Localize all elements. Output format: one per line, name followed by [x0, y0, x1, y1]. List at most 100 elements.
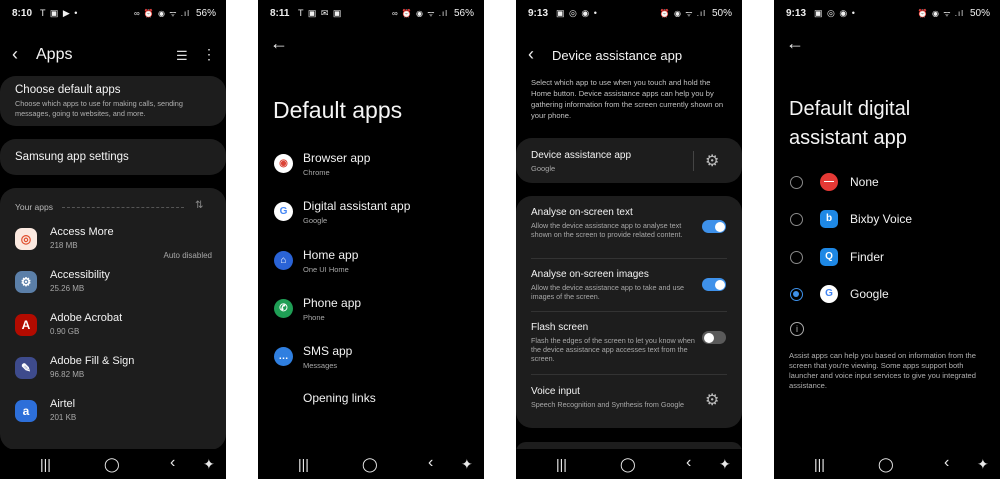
analyse-text-title: Analyse on-screen text [531, 207, 633, 218]
app-name: Adobe Acrobat [50, 312, 123, 324]
analyse-text-toggle[interactable] [702, 220, 726, 233]
sort-icon[interactable]: ⇅ [195, 200, 203, 211]
page-title: Default apps [273, 97, 403, 123]
assistant-option[interactable]: b Bixby Voice [774, 207, 1000, 233]
app-name: Access More [50, 226, 114, 238]
app-size: 0.90 GB [50, 327, 80, 336]
app-size: 25.26 MB [50, 284, 85, 293]
default-app-item[interactable]: ⌂ Home app One UI Home [258, 246, 484, 286]
assistant-app-icon: — [820, 173, 838, 191]
default-app-name: SMS app [303, 344, 353, 359]
assistant-option[interactable]: G Google [774, 282, 1000, 308]
back-chevron-icon[interactable]: ‹ [528, 44, 534, 65]
assistant-option-label: Finder [850, 249, 885, 264]
default-app-item[interactable]: ✆ Phone app Phone [258, 294, 484, 334]
analyse-images-toggle[interactable] [702, 278, 726, 291]
device-assistance-screen: 9:13 ▣ ◎ ◉ • ⏰ ◉ ᯤ .ıl 50% ‹ Device assi… [516, 0, 742, 479]
app-icon: G [274, 202, 293, 222]
recent-apps-icon[interactable]: ||| [814, 456, 825, 472]
home-icon[interactable]: ◯ [362, 456, 378, 473]
default-app-item[interactable]: G Digital assistant app Google [258, 197, 484, 237]
navigation-bar: ||| ◯ ‹ ✦ [516, 449, 742, 479]
samsung-app-settings-item[interactable]: Samsung app settings [0, 139, 226, 175]
default-app-name: Browser app [303, 151, 371, 165]
accessibility-icon[interactable]: ✦ [719, 456, 731, 473]
page-title: Device assistance app [552, 48, 683, 63]
back-arrow-icon[interactable]: ← [786, 33, 804, 54]
divider [531, 258, 727, 259]
assistant-app-icon: G [820, 284, 838, 303]
back-icon[interactable]: ‹ [944, 454, 949, 472]
back-icon[interactable]: ‹ [686, 454, 691, 472]
choose-default-apps-desc: Choose which apps to use for making call… [15, 99, 183, 118]
accessibility-icon[interactable]: ✦ [977, 456, 989, 473]
app-list-item[interactable]: a Airtel 201 KB [0, 392, 226, 432]
digital-assistant-screen: 9:13 ▣ ◎ ◉ • ⏰ ◉ ᯤ .ıl 50% ← Default dig… [774, 0, 1000, 479]
home-icon[interactable]: ◯ [620, 456, 636, 473]
accessibility-icon[interactable]: ✦ [461, 456, 473, 473]
assistant-option[interactable]: — None [774, 170, 1000, 196]
flash-screen-desc: Flash the edges of the screen to let you… [531, 336, 695, 363]
radio-button[interactable] [790, 213, 803, 227]
divider [693, 151, 694, 171]
more-options-icon[interactable]: ⋮ [202, 46, 216, 63]
info-text: Assist apps can help you based on inform… [789, 351, 977, 390]
flash-screen-toggle[interactable] [702, 331, 726, 344]
flash-screen-title: Flash screen [531, 322, 589, 333]
status-bar: 8:10 T ▣ ▶ • ∞ ⏰ ◉ ᯤ .ıl 56% [0, 8, 226, 22]
your-apps-label: Your apps [15, 202, 53, 212]
recent-apps-icon[interactable]: ||| [556, 456, 567, 472]
voice-input-row[interactable]: Voice input Speech Recognition and Synth… [516, 386, 742, 422]
back-chevron-icon[interactable]: ‹ [12, 44, 18, 65]
recent-apps-icon[interactable]: ||| [40, 456, 51, 472]
assistant-app-icon: Q [820, 247, 838, 266]
app-list-item[interactable]: ⚙ Accessibility 25.26 MB [0, 263, 226, 303]
app-size: 96.82 MB [50, 370, 85, 379]
samsung-app-settings-label: Samsung app settings [15, 151, 129, 163]
navigation-bar: ||| ◯ ‹ ✦ [0, 449, 226, 479]
analyse-images-row[interactable]: Analyse on-screen images Allow the devic… [516, 269, 742, 309]
assistant-option[interactable]: Q Finder [774, 245, 1000, 271]
radio-button[interactable] [790, 250, 803, 264]
battery-level: 50% [969, 8, 990, 19]
divider [62, 207, 184, 208]
home-icon[interactable]: ◯ [104, 456, 120, 473]
navigation-bar: ||| ◯ ‹ ✦ [258, 449, 484, 479]
default-app-item[interactable]: ◉ Browser app Chrome [258, 149, 484, 189]
default-apps-screen: 8:11 T ▣ ✉ ▣ ∞ ⏰ ◉ ᯤ .ıl 56% ← Default a… [258, 0, 484, 479]
flash-screen-row[interactable]: Flash screen Flash the edges of the scre… [516, 322, 742, 372]
app-icon: ⌂ [274, 250, 293, 270]
page-title: Apps [36, 46, 73, 63]
app-icon: ⚙ [15, 271, 37, 293]
default-app-item[interactable]: … SMS app Messages [258, 342, 484, 382]
voice-input-desc: Speech Recognition and Synthesis from Go… [531, 400, 685, 409]
app-icon: A [15, 314, 37, 336]
status-time: 9:13 [786, 8, 807, 19]
choose-default-apps-title: Choose default apps [15, 84, 121, 96]
system-icons: ⏰ ◉ ᯤ .ıl [917, 9, 964, 18]
app-name: Airtel [50, 398, 76, 410]
app-name: Accessibility [50, 269, 110, 281]
gear-icon[interactable]: ⚙ [705, 151, 719, 171]
recent-apps-icon[interactable]: ||| [298, 456, 309, 472]
home-icon[interactable]: ◯ [878, 456, 894, 473]
app-list-item[interactable]: A Adobe Acrobat 0.90 GB [0, 306, 226, 346]
app-list-item[interactable]: ✎ Adobe Fill & Sign 96.82 MB [0, 349, 226, 389]
assistant-option-label: Bixby Voice [850, 212, 913, 227]
radio-button[interactable] [790, 176, 803, 189]
filter-search-icon[interactable]: ☰ [176, 48, 188, 64]
page-title: Default digital assistant app [789, 98, 911, 149]
back-icon[interactable]: ‹ [170, 454, 175, 472]
device-assistance-app-item[interactable]: Device assistance app Google ⚙ [516, 138, 742, 183]
app-list-item[interactable]: ◎ Access More 218 MB Auto disabled [0, 220, 226, 260]
status-bar: 8:11 T ▣ ✉ ▣ ∞ ⏰ ◉ ᯤ .ıl 56% [258, 8, 484, 22]
back-icon[interactable]: ‹ [428, 454, 433, 472]
gear-icon[interactable]: ⚙ [705, 390, 719, 410]
app-icon: ✎ [15, 357, 37, 379]
analyse-text-row[interactable]: Analyse on-screen text Allow the device … [516, 207, 742, 257]
choose-default-apps-item[interactable]: Choose default apps Choose which apps to… [0, 76, 226, 126]
radio-button[interactable] [790, 287, 803, 301]
accessibility-icon[interactable]: ✦ [203, 456, 215, 473]
back-arrow-icon[interactable]: ← [270, 33, 288, 54]
opening-links-item[interactable]: Opening links [303, 391, 376, 405]
